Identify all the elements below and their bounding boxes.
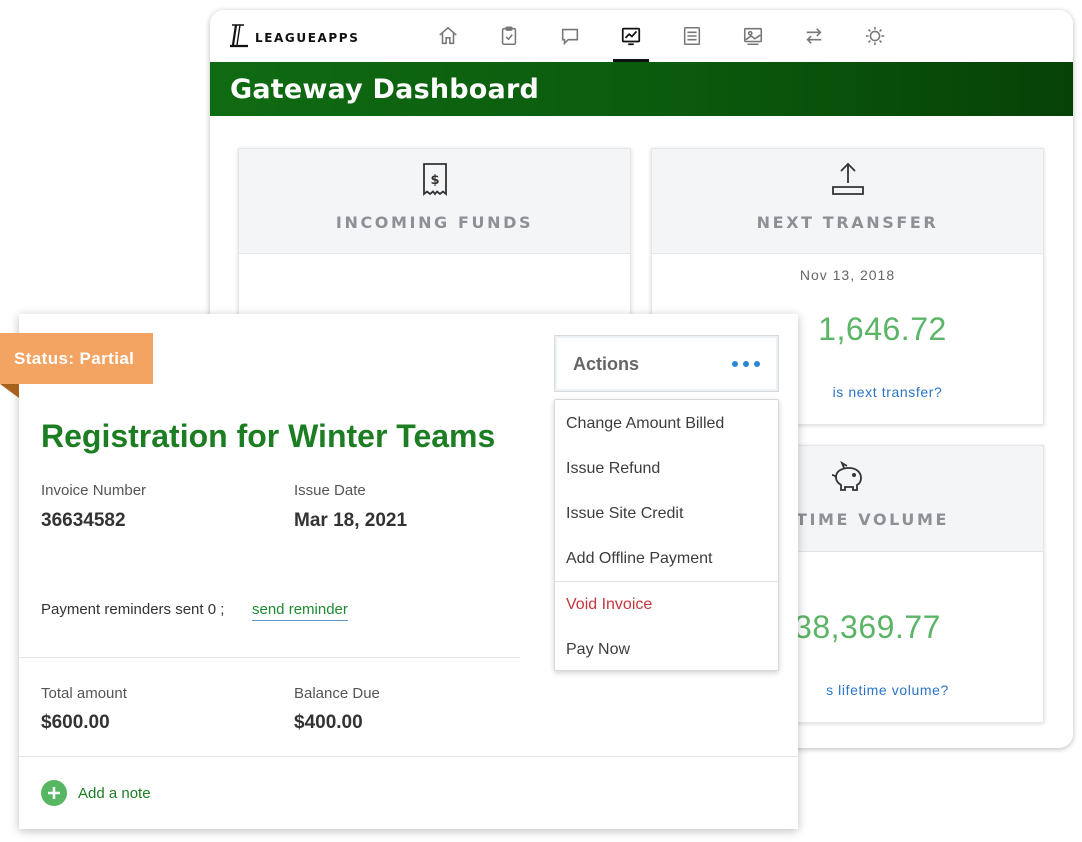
- next-transfer-label: NEXT TRANSFER: [756, 213, 939, 232]
- add-note-button[interactable]: Add a note: [41, 780, 151, 806]
- balance-due-value: $400.00: [294, 712, 363, 733]
- more-dots-icon: [727, 361, 760, 367]
- menu-item-add-offline-payment[interactable]: Add Offline Payment: [555, 536, 778, 581]
- svg-text:$: $: [430, 173, 439, 188]
- next-transfer-card-header: NEXT TRANSFER: [652, 149, 1043, 254]
- menu-item-issue-refund[interactable]: Issue Refund: [555, 446, 778, 491]
- status-badge: Status: Partial: [0, 333, 153, 384]
- total-amount-value: $600.00: [41, 712, 110, 733]
- send-reminder-link[interactable]: send reminder: [252, 601, 348, 621]
- balance-due-label: Balance Due: [294, 685, 380, 702]
- plus-circle-icon: [41, 780, 67, 806]
- invoice-number-value: 36634582: [41, 510, 126, 531]
- payment-reminders-text: Payment reminders sent 0 ;: [41, 601, 225, 618]
- nav-icon-bar: [430, 10, 918, 62]
- total-amount-label: Total amount: [41, 685, 127, 702]
- receipt-dollar-icon: $: [422, 163, 447, 196]
- leagueapps-logo-icon: [230, 24, 248, 48]
- actions-label: Actions: [573, 354, 640, 374]
- transfer-icon[interactable]: [796, 10, 832, 62]
- incoming-funds-card-header: $ INCOMING FUNDS: [239, 149, 630, 254]
- top-navigation: LEAGUEAPPS: [210, 10, 1073, 62]
- section-divider: [19, 657, 520, 658]
- menu-item-void-invoice[interactable]: Void Invoice: [555, 582, 778, 627]
- issue-date-value: Mar 18, 2021: [294, 510, 408, 531]
- leagueapps-logo[interactable]: LEAGUEAPPS: [228, 22, 359, 50]
- chat-icon[interactable]: [552, 10, 588, 62]
- menu-item-pay-now[interactable]: Pay Now: [555, 627, 778, 672]
- actions-menu: Change Amount Billed Issue Refund Issue …: [554, 399, 779, 671]
- section-divider: [19, 756, 798, 757]
- invoice-number-label: Invoice Number: [41, 482, 147, 499]
- home-icon[interactable]: [430, 10, 466, 62]
- status-ribbon-fold: [0, 384, 19, 398]
- upload-icon: [831, 162, 864, 195]
- document-icon[interactable]: [674, 10, 710, 62]
- image-icon[interactable]: [735, 10, 771, 62]
- incoming-funds-label: INCOMING FUNDS: [335, 213, 534, 232]
- page-title: Gateway Dashboard: [230, 74, 539, 105]
- menu-item-issue-site-credit[interactable]: Issue Site Credit: [555, 491, 778, 536]
- dashboard-header: Gateway Dashboard: [210, 62, 1073, 116]
- invoice-title: Registration for Winter Teams: [41, 418, 496, 454]
- settings-icon[interactable]: [857, 10, 893, 62]
- actions-dropdown-button[interactable]: Actions: [554, 335, 779, 392]
- add-note-label: Add a note: [78, 784, 151, 802]
- chart-icon[interactable]: [613, 10, 649, 62]
- issue-date-label: Issue Date: [294, 482, 366, 499]
- logo-text: LEAGUEAPPS: [255, 30, 360, 45]
- clipboard-check-icon[interactable]: [491, 10, 527, 62]
- next-transfer-date: Nov 13, 2018: [799, 267, 896, 283]
- piggy-bank-icon: [831, 460, 862, 491]
- menu-item-change-amount-billed[interactable]: Change Amount Billed: [555, 401, 778, 446]
